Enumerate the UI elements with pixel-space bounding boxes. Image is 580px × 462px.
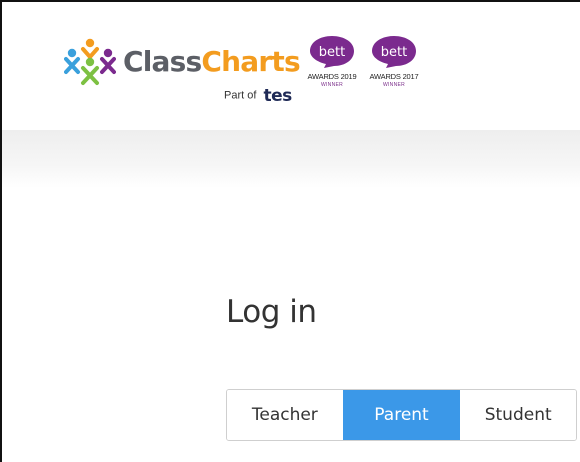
page-frame: ClassCharts Part of tes bett AWARDS 2019…: [0, 0, 580, 462]
brand-charts-text: Charts: [201, 45, 300, 78]
site-header: ClassCharts Part of tes bett AWARDS 2019…: [2, 2, 580, 130]
bett-badge-text: bett: [319, 45, 345, 60]
bett-badge-icon: bett: [310, 36, 354, 68]
bett-award-2017: bett AWARDS 2017 WINNER: [364, 35, 424, 88]
tes-logo: tes: [263, 85, 293, 106]
brand-wordmark: ClassCharts: [123, 44, 301, 80]
part-of-label: Part of: [224, 89, 257, 102]
role-teacher-button[interactable]: Teacher: [227, 390, 343, 440]
award-winner-text: WINNER: [382, 82, 406, 88]
header-divider-band: [2, 130, 580, 188]
bett-badge-text: bett: [381, 45, 407, 60]
role-selector: Teacher Parent Student: [226, 389, 577, 441]
part-of-tes: Part of tes: [224, 85, 293, 106]
role-student-button[interactable]: Student: [459, 390, 576, 440]
login-title: Log in: [226, 294, 317, 330]
award-year-text: AWARDS 2017: [369, 72, 419, 81]
bett-award-2019: bett AWARDS 2019 WINNER: [302, 35, 362, 88]
award-winner-text: WINNER: [320, 82, 344, 88]
award-year-text: AWARDS 2019: [307, 72, 357, 81]
bett-badge-icon: bett: [372, 36, 416, 68]
role-parent-button[interactable]: Parent: [342, 390, 460, 440]
brand-class-text: Class: [123, 45, 202, 78]
classcharts-logo-icon: [64, 38, 116, 85]
